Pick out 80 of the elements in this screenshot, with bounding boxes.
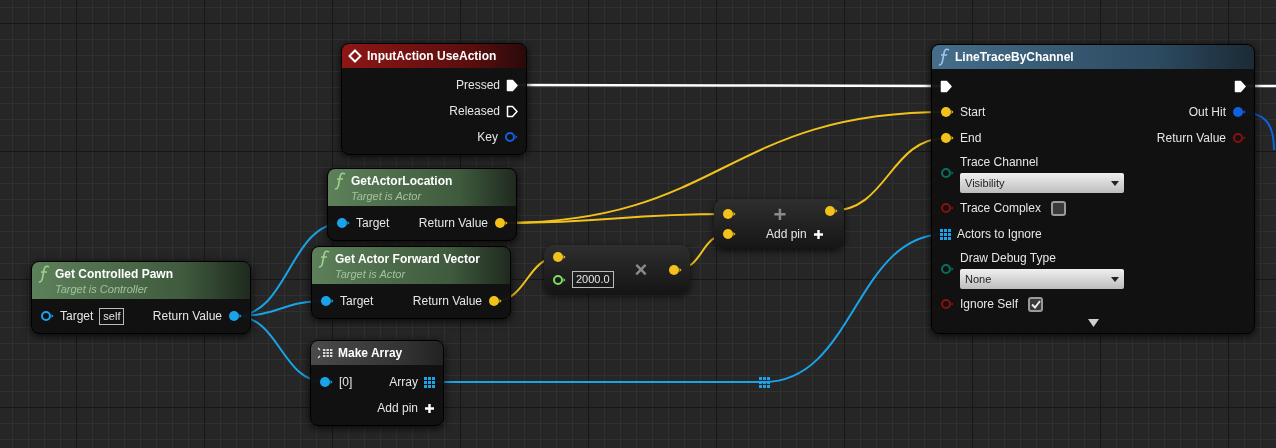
node-card[interactable]: Get Actor Forward Vector Target is Actor Target Return Value — [311, 246, 511, 319]
pin-label: [0] — [339, 374, 353, 391]
pin-icon[interactable] — [494, 217, 508, 229]
exec-pin-icon[interactable] — [1234, 79, 1246, 93]
pin-label: Key — [477, 129, 498, 146]
operator-symbol: × — [634, 259, 648, 280]
pin-icon[interactable] — [940, 132, 954, 144]
node-title: Get Controlled Pawn — [55, 266, 173, 283]
pin-label: Return Value — [1156, 130, 1226, 147]
node-card[interactable]: GetActorLocation Target is Actor Target Return Value — [327, 168, 517, 241]
plus-icon[interactable] — [812, 228, 824, 240]
pin-label: Return Value — [418, 215, 488, 232]
pin-icon[interactable] — [940, 106, 954, 118]
pin-icon[interactable] — [336, 217, 350, 229]
pin-label: Target — [356, 215, 390, 232]
node-card[interactable]: Get Controlled Pawn Target is Controller Target self Return Value — [31, 261, 251, 334]
add-pin-button[interactable]: Add pin — [766, 225, 824, 243]
pin-icon[interactable] — [488, 295, 502, 307]
node-subtitle: Target is Controller — [54, 283, 149, 296]
checkbox[interactable] — [1028, 296, 1044, 312]
pin-icon[interactable] — [722, 228, 736, 240]
dropdown[interactable]: None — [960, 269, 1124, 289]
pin-icon[interactable] — [668, 263, 682, 276]
plus-icon[interactable] — [424, 402, 435, 414]
pin-icon[interactable] — [552, 273, 566, 286]
pin-label: Trace Complex — [960, 200, 1041, 217]
pin-label: Return Value — [152, 308, 222, 325]
node-title: InputAction UseAction — [367, 48, 497, 65]
node-card[interactable]: Make Array [0] Array Add pin — [310, 340, 444, 426]
pin-label: Released — [449, 103, 500, 120]
pin-icon[interactable] — [228, 310, 242, 322]
pin-label: Return Value — [412, 293, 482, 310]
node-subtitle: Target is Actor — [334, 268, 407, 281]
node-title: Get Actor Forward Vector — [335, 251, 480, 268]
array-icon — [317, 347, 333, 359]
value-field[interactable]: self — [99, 307, 125, 325]
node-title: Make Array — [338, 345, 403, 362]
pin-icon[interactable] — [823, 205, 838, 217]
caret-icon — [1111, 276, 1119, 282]
node-card[interactable]: LineTraceByChannel Start Out Hit End Return Value Trace Channel Visibility Trace Complex Actors to Ignore Draw Debug Type None Ignore Self — [931, 44, 1255, 334]
pin-label: Array — [389, 374, 418, 391]
function-icon — [938, 48, 950, 66]
node-card[interactable]: + Add pin — [714, 199, 844, 249]
pin-icon[interactable] — [40, 310, 54, 322]
pin-icon[interactable] — [722, 208, 736, 220]
pin-label: Ignore Self — [960, 296, 1019, 313]
function-icon — [38, 265, 50, 283]
pin-icon[interactable] — [319, 376, 333, 388]
add-pin-button[interactable]: Add pin — [377, 399, 435, 417]
pin-label: End — [960, 130, 982, 147]
function-icon — [334, 172, 346, 190]
pin-label: Start — [960, 104, 986, 121]
dropdown[interactable]: Visibility — [960, 173, 1124, 193]
pin-label: Trace Channel — [960, 154, 1040, 171]
exec-pin-icon[interactable] — [940, 79, 952, 93]
pin-icon[interactable] — [552, 251, 566, 263]
node-card[interactable]: InputAction UseAction Pressed Released Key — [341, 43, 527, 155]
checkmark-icon — [1030, 299, 1041, 309]
expand-arrow-icon[interactable] — [1087, 319, 1099, 327]
node-title: LineTraceByChannel — [955, 49, 1074, 66]
node-subtitle: Target is Actor — [350, 190, 423, 203]
exec-pin-icon[interactable] — [506, 78, 518, 92]
operator-symbol: + — [773, 205, 787, 225]
checkbox[interactable] — [1050, 200, 1066, 216]
caret-icon — [1111, 180, 1119, 186]
node-card[interactable]: 2000.0 × — [544, 245, 690, 294]
pin-label: Out Hit — [1188, 104, 1226, 121]
pin-label: Draw Debug Type — [960, 250, 1057, 267]
pin-icon[interactable] — [320, 295, 334, 307]
value-field[interactable]: 2000.0 — [572, 271, 614, 288]
pin-label: Target — [60, 308, 94, 325]
exec-pin-icon[interactable] — [506, 104, 518, 118]
pin-label: Actors to Ignore — [957, 226, 1042, 243]
pin-label: Pressed — [455, 77, 500, 94]
array-pin-icon[interactable] — [940, 228, 951, 240]
diamond-icon — [348, 49, 362, 63]
node-title: GetActorLocation — [351, 173, 453, 190]
function-icon — [318, 250, 330, 268]
pin-label: Target — [340, 293, 374, 310]
array-pin-icon[interactable] — [424, 376, 435, 388]
